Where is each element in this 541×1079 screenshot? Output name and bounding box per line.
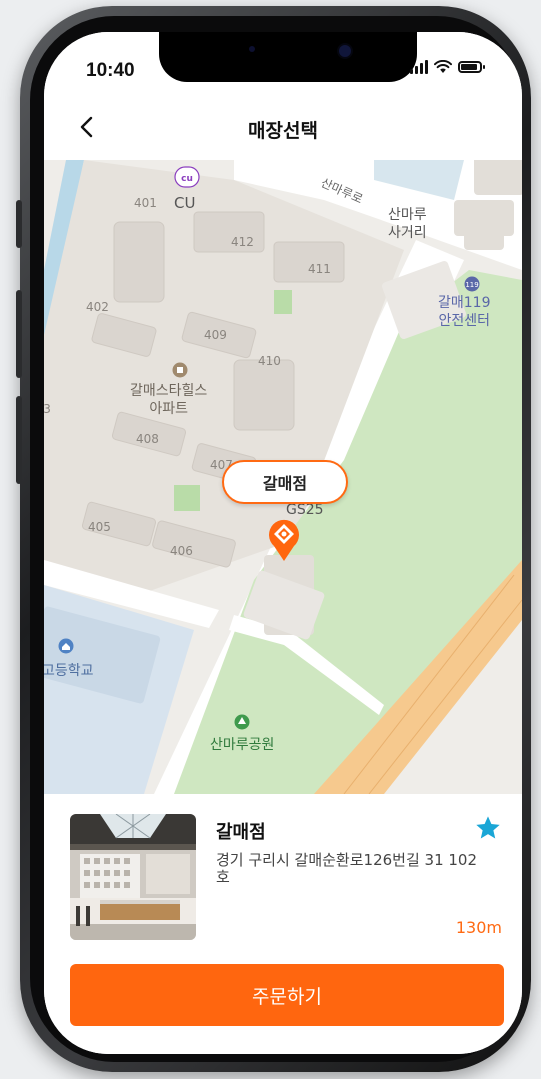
building-401: 401 <box>134 196 157 210</box>
poi-apartment: 갈매스타힐스 아파트 <box>130 383 208 417</box>
fire-station-icon: 119 <box>464 276 480 292</box>
notch <box>159 32 417 82</box>
wifi-icon <box>434 60 452 73</box>
building-411: 411 <box>308 262 331 276</box>
apartment-icon <box>172 362 188 378</box>
store-pin-icon[interactable] <box>266 516 302 562</box>
building-412: 412 <box>231 235 254 249</box>
building-403: 403 <box>44 402 51 416</box>
favorite-star-icon[interactable] <box>474 814 502 842</box>
store-name: 갈매점 <box>216 822 266 843</box>
front-camera <box>339 45 351 57</box>
side-button-volume-up <box>16 290 22 378</box>
poi-school: 고등학교 <box>44 663 94 679</box>
proximity-sensor <box>249 46 255 52</box>
building-409: 409 <box>204 328 227 342</box>
svg-text:119: 119 <box>465 281 478 289</box>
park-icon <box>234 714 250 730</box>
svg-text:cu: cu <box>181 174 193 184</box>
order-button[interactable]: 주문하기 <box>70 964 504 1026</box>
status-time: 10:40 <box>86 60 135 81</box>
court <box>274 290 292 314</box>
building-402: 402 <box>86 300 109 314</box>
side-button-volume-down <box>16 396 22 484</box>
side-button-mute <box>16 200 22 248</box>
cellular-signal-icon <box>410 60 428 74</box>
status-bar: 10:40 <box>44 32 522 96</box>
building-408: 408 <box>136 432 159 446</box>
cu-logo-icon: cu <box>174 166 200 188</box>
court <box>174 485 200 511</box>
store-interior-image <box>70 814 196 940</box>
store-address: 경기 구리시 갈매순환로126번길 31 102호 <box>216 851 478 886</box>
page-title: 매장선택 <box>248 120 318 142</box>
school-icon <box>58 638 74 654</box>
building-405: 405 <box>88 520 111 534</box>
store-map[interactable]: cu CU 401 412 411 402 409 410 403 408 40… <box>44 160 522 794</box>
poi-park: 산마루공원 <box>210 737 275 753</box>
poi-intersection: 산마루 사거리 <box>388 207 427 241</box>
app-header: 매장선택 <box>44 96 522 160</box>
store-info-card: 갈매점 경기 구리시 갈매순환로126번길 31 102호 130m 주문하기 <box>44 794 522 1054</box>
battery-icon <box>458 61 485 73</box>
poi-fire-station: 갈매119 안전센터 <box>438 295 491 329</box>
selected-store-callout[interactable]: 갈매점 <box>222 460 348 504</box>
building-410: 410 <box>258 354 281 368</box>
store-thumbnail <box>70 814 196 940</box>
phone-screen: 10:40 매장선택 cu CU 401 412 411 402 409 410… <box>44 32 522 1054</box>
building-406: 406 <box>170 544 193 558</box>
status-icons <box>410 60 485 74</box>
poi-cu: CU <box>174 194 196 212</box>
store-distance: 130m <box>455 918 502 937</box>
